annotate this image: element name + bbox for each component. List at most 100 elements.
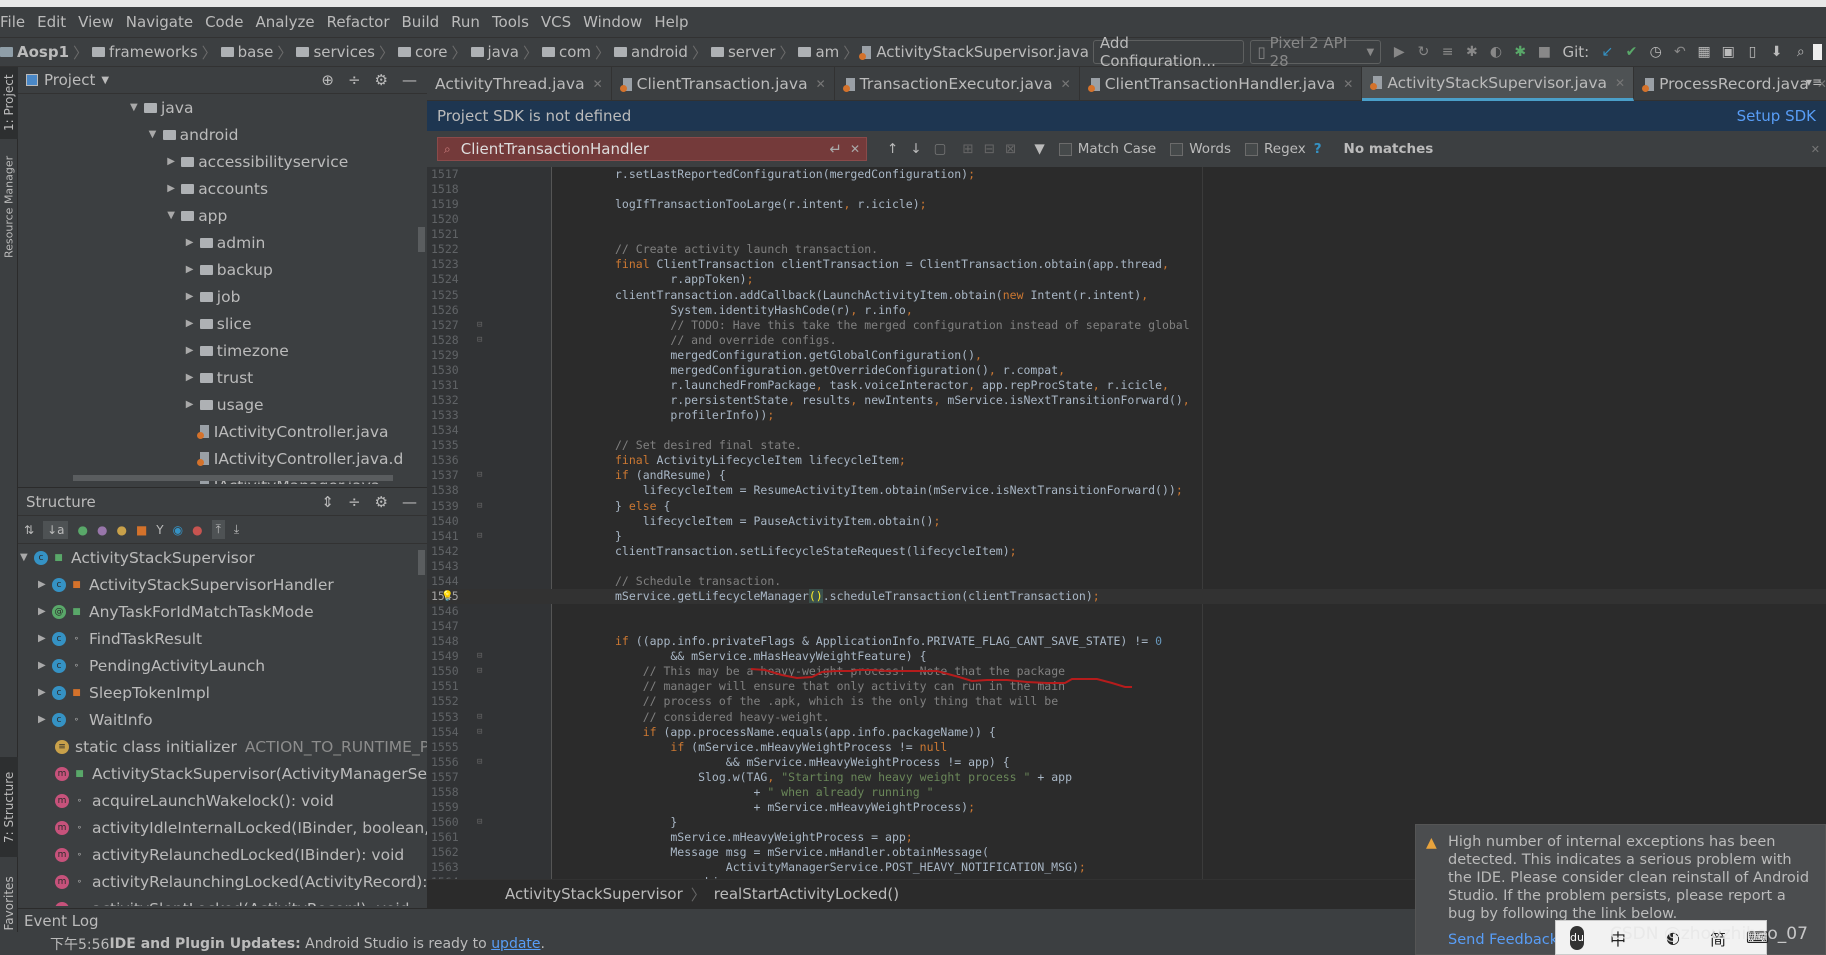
- regex-label[interactable]: Regex: [1264, 141, 1306, 157]
- vertical-scrollbar[interactable]: [418, 227, 425, 252]
- structure-tree-item[interactable]: ▶ c ■ SleepTokenImpl: [38, 679, 210, 706]
- project-tree-item[interactable]: ▶ backup: [186, 256, 273, 283]
- fold-marker-icon[interactable]: ⊟: [477, 815, 482, 830]
- locate-icon[interactable]: ⊕: [321, 71, 334, 89]
- chevron-down-icon[interactable]: ▼: [20, 552, 34, 563]
- breadcrumb-item[interactable]: core 〉: [398, 42, 467, 63]
- attach-debugger-icon[interactable]: ✱: [1510, 44, 1530, 60]
- show-fields-icon[interactable]: ●: [116, 523, 126, 537]
- apply-code-changes-icon[interactable]: ≡: [1438, 44, 1458, 60]
- tab-list-icon[interactable]: ▾≡: [1806, 75, 1822, 89]
- breadcrumb-item[interactable]: frameworks 〉: [92, 42, 217, 63]
- project-tree-item[interactable]: ▼ android: [149, 121, 239, 148]
- chevron-right-icon[interactable]: ▶: [167, 183, 181, 194]
- unselect-occurrence-icon[interactable]: ⊠: [1005, 141, 1016, 157]
- words-checkbox[interactable]: [1170, 142, 1184, 156]
- chevron-right-icon[interactable]: ▶: [186, 237, 200, 248]
- structure-tree-item[interactable]: ▶ c ∘ PendingActivityLaunch: [38, 652, 265, 679]
- project-tree-item[interactable]: ▶ usage: [186, 391, 264, 418]
- horizontal-scrollbar[interactable]: [73, 475, 393, 481]
- fold-marker-icon[interactable]: ⊟: [477, 664, 482, 679]
- show-non-public-icon[interactable]: ■: [136, 523, 147, 537]
- select-all-occurrences-icon[interactable]: ⊟: [984, 141, 995, 157]
- structure-tree-item[interactable]: m ∘ activityRelaunchingLocked(ActivityReco…: [55, 868, 427, 895]
- filter-icon[interactable]: ▼: [1034, 141, 1044, 157]
- menu-file[interactable]: File: [0, 13, 25, 31]
- fold-marker-icon[interactable]: ⊟: [477, 333, 482, 348]
- fold-marker-icon[interactable]: ⊟: [477, 529, 482, 544]
- close-icon[interactable]: ✕: [593, 77, 603, 91]
- chevron-down-icon[interactable]: ▼: [167, 210, 181, 221]
- chevron-right-icon[interactable]: ▶: [167, 156, 181, 167]
- regex-help-link[interactable]: ?: [1314, 141, 1322, 157]
- breadcrumb-item[interactable]: com 〉: [541, 42, 610, 63]
- add-configuration-button[interactable]: Add Configuration...: [1092, 34, 1245, 70]
- fold-marker-icon[interactable]: ⊟: [477, 318, 482, 333]
- regex-checkbox[interactable]: [1244, 142, 1258, 156]
- show-lambdas-icon[interactable]: ●: [192, 523, 202, 537]
- structure-tree-item[interactable]: ≡ static class initializer ACTION_TO_RUNTI…: [55, 733, 427, 760]
- fold-marker-icon[interactable]: ⊟: [477, 755, 482, 770]
- project-tree-item[interactable]: ▶ trust: [186, 364, 253, 391]
- project-tree-item[interactable]: ▶ accounts: [167, 175, 268, 202]
- fold-marker-icon[interactable]: ⊟: [477, 710, 482, 725]
- menu-view[interactable]: View: [78, 13, 114, 31]
- debug-icon[interactable]: ✱: [1462, 44, 1482, 60]
- minimize-icon[interactable]: —: [402, 71, 417, 89]
- structure-tree-item[interactable]: m ∘ activitySleptLocked(ActivityRecord): v…: [55, 895, 409, 906]
- vertical-scrollbar[interactable]: [418, 550, 425, 575]
- chevron-right-icon[interactable]: ▶: [38, 606, 52, 617]
- breadcrumb-item[interactable]: am 〉: [798, 42, 858, 63]
- editor-tab[interactable]: TransactionExecutor.java ✕: [835, 67, 1080, 101]
- match-case-label[interactable]: Match Case: [1078, 141, 1157, 157]
- chevron-right-icon[interactable]: ▶: [38, 687, 52, 698]
- menu-window[interactable]: Window: [583, 13, 642, 31]
- project-tree-item[interactable]: IActivityController.java.d: [186, 445, 403, 472]
- next-occurrence-icon[interactable]: ↓: [910, 141, 921, 157]
- chevron-right-icon[interactable]: ▶: [186, 291, 200, 302]
- project-tree-item[interactable]: ▶ timezone: [186, 337, 289, 364]
- menu-refactor[interactable]: Refactor: [327, 13, 390, 31]
- chevron-right-icon[interactable]: ▶: [186, 318, 200, 329]
- close-icon[interactable]: ✕: [1343, 77, 1353, 91]
- fold-marker-icon[interactable]: ⊟: [477, 499, 482, 514]
- find-input[interactable]: ⌕ ClientTransactionHandler ↵ ✕: [437, 137, 867, 161]
- structure-tree-item[interactable]: ▶ c ■ ActivityStackSupervisorHandler: [38, 571, 334, 598]
- stop-icon[interactable]: ■: [1534, 44, 1554, 60]
- breadcrumb-item[interactable]: ActivityStackSupervisor.java: [859, 43, 1089, 61]
- project-tree-item[interactable]: ▶ admin: [186, 229, 266, 256]
- search-icon[interactable]: ⌕: [1791, 44, 1811, 60]
- breadcrumb-item[interactable]: android 〉: [614, 42, 707, 63]
- minimize-icon[interactable]: —: [402, 493, 417, 511]
- breadcrumb-item[interactable]: server 〉: [710, 42, 794, 63]
- menu-analyze[interactable]: Analyze: [255, 13, 314, 31]
- fold-marker-icon[interactable]: ⊟: [477, 649, 482, 664]
- project-tree-item[interactable]: ▼ java: [130, 94, 193, 121]
- chevron-right-icon[interactable]: ▶: [186, 264, 200, 275]
- autoscroll-from-source-icon[interactable]: ⤓: [234, 522, 239, 537]
- menu-run[interactable]: Run: [451, 13, 480, 31]
- chevron-down-icon[interactable]: ▼: [101, 75, 109, 86]
- tool-tab-structure[interactable]: 7: Structure: [0, 757, 18, 857]
- breadcrumb-item[interactable]: base 〉: [220, 42, 292, 63]
- git-history-icon[interactable]: ◷: [1646, 44, 1666, 60]
- run-icon[interactable]: ▶: [1389, 44, 1409, 60]
- chevron-right-icon[interactable]: ▶: [38, 714, 52, 725]
- editor-tab[interactable]: ClientTransactionHandler.java ✕: [1080, 67, 1363, 101]
- tool-tab-resource-manager[interactable]: Resource Manager: [0, 147, 18, 267]
- collapse-all-icon[interactable]: ÷: [348, 71, 361, 89]
- find-all-icon[interactable]: ▢: [934, 141, 947, 157]
- sort-alphabetically-icon[interactable]: ↓a: [43, 520, 69, 539]
- editor-tab[interactable]: ActivityThread.java ✕: [427, 67, 612, 101]
- tool-tab-project[interactable]: 1: Project: [0, 67, 18, 139]
- breadcrumb-item[interactable]: services 〉: [296, 42, 394, 63]
- profile-icon[interactable]: ◐: [1486, 44, 1506, 60]
- editor-tab[interactable]: ClientTransaction.java ✕: [612, 67, 835, 101]
- show-lambdas-filter-icon[interactable]: Y: [156, 523, 163, 537]
- collapse-all-icon[interactable]: ÷: [348, 493, 361, 511]
- chevron-right-icon[interactable]: ▶: [38, 660, 52, 671]
- project-tree-item[interactable]: ▶ accessibilityservice: [167, 148, 348, 175]
- menu-navigate[interactable]: Navigate: [126, 13, 193, 31]
- structure-tree-item[interactable]: m ∘ activityRelaunchedLocked(IBinder): voi…: [55, 841, 404, 868]
- new-line-icon[interactable]: ↵: [829, 140, 842, 158]
